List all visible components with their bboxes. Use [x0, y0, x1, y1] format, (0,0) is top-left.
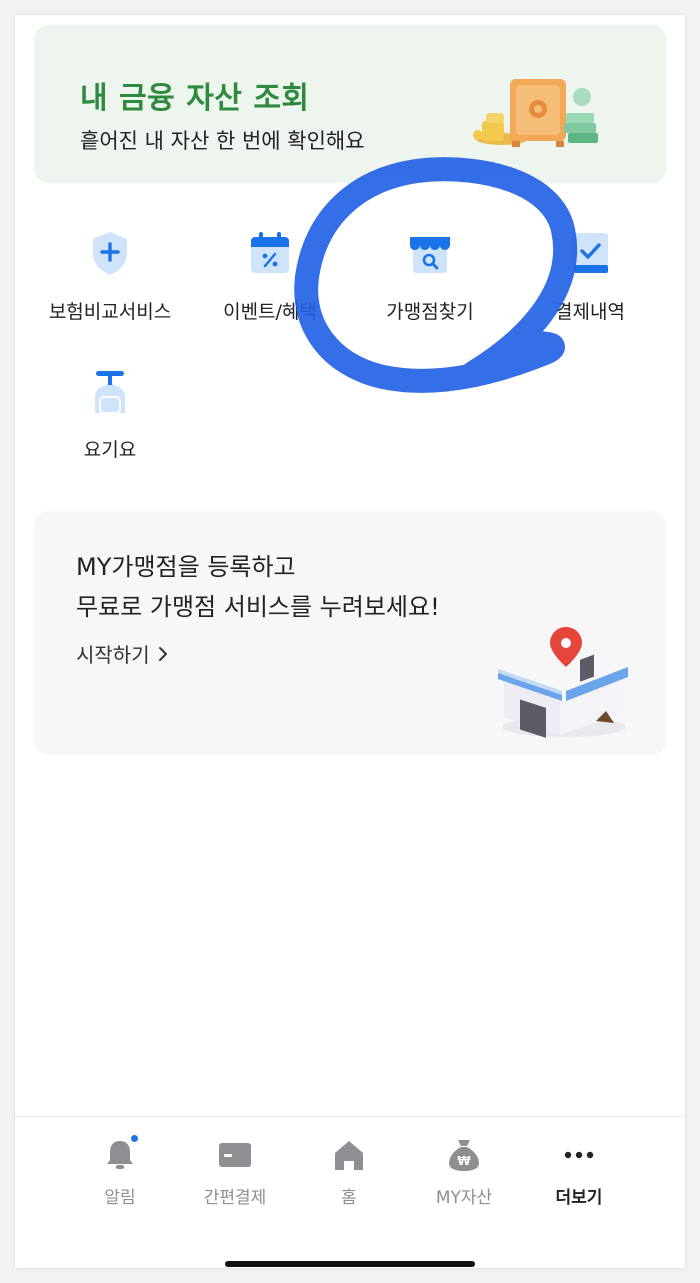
svg-text:₩: ₩: [457, 1154, 471, 1168]
tab-my-assets[interactable]: ₩ MY자산: [409, 1135, 519, 1215]
menu-item-events-benefits[interactable]: 이벤트/혜택: [190, 229, 350, 349]
safe-money-illustration: [473, 79, 598, 147]
asset-inquiry-banner[interactable]: 내 금융 자산 조회 흩어진 내 자산 한 번에 확인해요: [34, 25, 666, 183]
card-icon: [219, 1143, 251, 1167]
app-screen: 내 금융 자산 조회 흩어진 내 자산 한 번에 확인해요 보험비교서비스 이벤…: [15, 15, 685, 1268]
tab-notifications[interactable]: 알림: [65, 1135, 175, 1215]
receipt-check-icon: [574, 233, 608, 273]
bell-icon: [107, 1141, 133, 1169]
notification-badge: [131, 1135, 138, 1142]
more-dots-icon: [564, 1151, 594, 1159]
menu-item-yogiyo[interactable]: 요기요: [30, 367, 190, 487]
menu-label: 보험비교서비스: [48, 301, 172, 323]
shield-plus-icon: [93, 232, 127, 275]
tab-home[interactable]: 홈: [294, 1135, 404, 1215]
tab-label: 홈: [341, 1188, 357, 1208]
menu-label: 결제내역: [555, 301, 625, 323]
tab-label: 간편결제: [203, 1188, 267, 1208]
tab-label: 더보기: [555, 1188, 603, 1208]
bottom-tab-bar: 알림 간편결제 홈 ₩ MY자산 더보기: [15, 1116, 685, 1268]
tab-label: 알림: [104, 1188, 136, 1208]
start-link[interactable]: 시작하기: [76, 639, 168, 668]
promo-headline-line2: 무료로 가맹점 서비스를 누려보세요!: [76, 593, 440, 621]
scooter-icon: [95, 371, 125, 414]
tab-simple-pay[interactable]: 간편결제: [180, 1135, 290, 1215]
home-indicator[interactable]: [225, 1261, 475, 1267]
money-bag-icon: ₩: [449, 1140, 479, 1171]
menu-item-insurance-compare[interactable]: 보험비교서비스: [30, 229, 190, 349]
banner-title: 내 금융 자산 조회: [80, 81, 310, 116]
home-icon: [335, 1141, 363, 1170]
menu-item-payment-history[interactable]: 결제내역: [510, 229, 670, 349]
menu-label: 가맹점찾기: [386, 301, 474, 323]
chevron-right-icon: [158, 646, 167, 661]
my-store-promo-card[interactable]: MY가맹점을 등록하고 무료로 가맹점 서비스를 누려보세요! 시작하기: [34, 511, 666, 755]
start-label: 시작하기: [76, 643, 150, 667]
calendar-percent-icon: [251, 232, 289, 273]
promo-headline-line1: MY가맹점을 등록하고: [76, 553, 296, 581]
menu-item-store-finder[interactable]: 가맹점찾기: [350, 229, 510, 349]
tab-more[interactable]: 더보기: [524, 1135, 634, 1215]
storefront-location-illustration: [498, 627, 628, 738]
banner-subtitle: 흩어진 내 자산 한 번에 확인해요: [80, 129, 365, 153]
menu-label: 이벤트/혜택: [223, 301, 317, 323]
menu-label: 요기요: [83, 439, 137, 461]
store-search-icon: [410, 237, 450, 273]
tab-label: MY자산: [435, 1188, 493, 1208]
